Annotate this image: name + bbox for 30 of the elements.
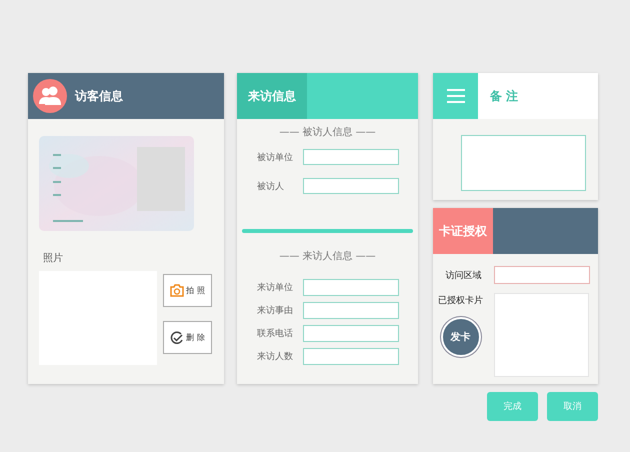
field-label: 来访单位 bbox=[257, 282, 294, 294]
panel-title: 卡证授权 bbox=[439, 222, 487, 240]
field-label: 来访人数 bbox=[257, 350, 294, 363]
menu-icon bbox=[446, 89, 464, 103]
delete-button[interactable]: 删 除 bbox=[163, 321, 212, 354]
input-field[interactable] bbox=[303, 302, 399, 319]
panel-title: 来访信息 bbox=[248, 88, 296, 104]
photo-label: 照片 bbox=[43, 252, 63, 265]
field-label: 已授权卡片 bbox=[438, 294, 483, 307]
issue-card-button[interactable]: 发卡 bbox=[440, 317, 480, 357]
delete-icon bbox=[170, 330, 184, 344]
field-label: 被访单位 bbox=[257, 152, 294, 164]
panel-title: 备 注 bbox=[490, 88, 518, 104]
field-label: 联系电话 bbox=[257, 328, 294, 340]
input-field[interactable] bbox=[494, 266, 590, 284]
panel-title: 访客信息 bbox=[75, 88, 123, 104]
field-label: 来访事由 bbox=[257, 304, 294, 317]
input-field[interactable] bbox=[303, 178, 399, 194]
field-label: 被访人 bbox=[257, 180, 285, 192]
camera-button[interactable]: 拍 照 bbox=[163, 274, 212, 307]
camera-icon bbox=[170, 284, 184, 297]
section-heading: —— 被访人信息 —— bbox=[279, 126, 376, 139]
input-field[interactable] bbox=[303, 149, 399, 165]
section-heading: —— 来访人信息 —— bbox=[279, 250, 376, 263]
notes-field[interactable] bbox=[461, 135, 586, 191]
input-field[interactable] bbox=[303, 279, 399, 296]
users-icon bbox=[33, 79, 67, 113]
input-field[interactable] bbox=[303, 348, 399, 365]
input-field[interactable] bbox=[303, 325, 399, 342]
field-label: 访问区域 bbox=[446, 270, 482, 282]
